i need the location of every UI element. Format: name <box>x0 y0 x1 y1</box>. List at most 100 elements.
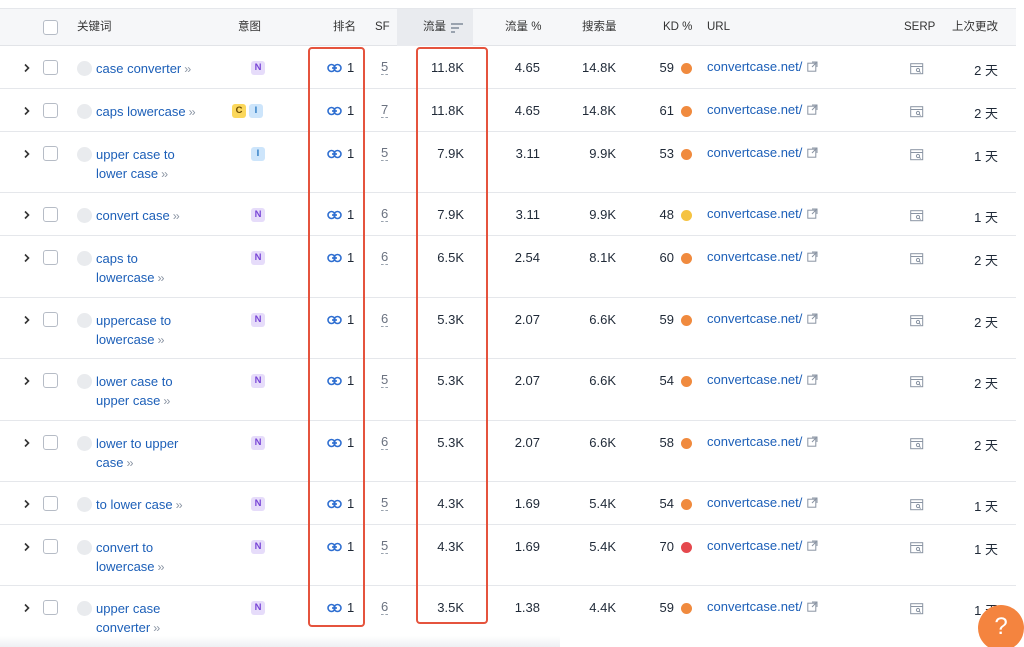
keyword-link[interactable]: convert case ›› <box>96 206 180 226</box>
row-checkbox[interactable] <box>43 539 58 554</box>
serp-preview-icon[interactable] <box>910 106 924 118</box>
external-link-icon[interactable] <box>807 540 818 551</box>
url-link[interactable]: convertcase.net/ <box>707 206 818 221</box>
rank-cell[interactable]: 1 <box>327 539 354 554</box>
url-link[interactable]: convertcase.net/ <box>707 599 818 614</box>
row-checkbox[interactable] <box>43 435 58 450</box>
keyword-link[interactable]: lower to upper case ›› <box>96 434 178 473</box>
url-link[interactable]: convertcase.net/ <box>707 372 818 387</box>
expand-row-chevron-icon[interactable] <box>22 603 32 613</box>
expand-row-chevron-icon[interactable] <box>22 149 32 159</box>
url-link[interactable]: convertcase.net/ <box>707 102 818 117</box>
serp-preview-icon[interactable] <box>910 149 924 161</box>
serp-features-count[interactable]: 7 <box>381 103 389 118</box>
expand-row-chevron-icon[interactable] <box>22 438 32 448</box>
serp-features-count[interactable]: 5 <box>381 60 389 75</box>
url-link[interactable]: convertcase.net/ <box>707 311 818 326</box>
header-serp[interactable]: SERP <box>904 9 935 46</box>
rank-cell[interactable]: 1 <box>327 146 354 161</box>
table-row[interactable]: lower case to upper case ›› N 1 5 5.3K 2.0… <box>0 359 1016 421</box>
serp-features-count[interactable]: 5 <box>381 539 389 554</box>
header-url[interactable]: URL <box>707 9 730 46</box>
header-rank[interactable]: 排名 <box>333 9 356 46</box>
serp-features-count[interactable]: 5 <box>381 373 389 388</box>
serp-features-count[interactable]: 6 <box>381 207 389 222</box>
row-checkbox[interactable] <box>43 600 58 615</box>
serp-preview-icon[interactable] <box>910 253 924 265</box>
url-link[interactable]: convertcase.net/ <box>707 249 818 264</box>
table-row[interactable]: convert case ›› N 1 6 7.9K 3.11 9.9K 48 c… <box>0 193 1016 236</box>
serp-preview-icon[interactable] <box>910 542 924 554</box>
row-checkbox[interactable] <box>43 312 58 327</box>
serp-features-count[interactable]: 5 <box>381 496 389 511</box>
row-checkbox[interactable] <box>43 146 58 161</box>
keyword-link[interactable]: lower case to upper case ›› <box>96 372 173 411</box>
serp-features-count[interactable]: 6 <box>381 435 389 450</box>
expand-row-chevron-icon[interactable] <box>22 499 32 509</box>
sort-descending-icon[interactable] <box>451 23 463 33</box>
rank-cell[interactable]: 1 <box>327 250 354 265</box>
header-traffic-pct[interactable]: 流量 % <box>505 9 541 46</box>
row-checkbox[interactable] <box>43 103 58 118</box>
expand-row-chevron-icon[interactable] <box>22 63 32 73</box>
external-link-icon[interactable] <box>807 374 818 385</box>
external-link-icon[interactable] <box>807 251 818 262</box>
serp-preview-icon[interactable] <box>910 63 924 75</box>
rank-cell[interactable]: 1 <box>327 207 354 222</box>
external-link-icon[interactable] <box>807 313 818 324</box>
serp-features-count[interactable]: 5 <box>381 146 389 161</box>
header-traffic[interactable]: 流量 <box>423 9 446 46</box>
external-link-icon[interactable] <box>807 104 818 115</box>
table-row[interactable]: case converter ›› N 1 5 11.8K 4.65 14.8K … <box>0 46 1016 89</box>
rank-cell[interactable]: 1 <box>327 103 354 118</box>
external-link-icon[interactable] <box>807 147 818 158</box>
keyword-link[interactable]: convert to lowercase ›› <box>96 538 165 577</box>
serp-preview-icon[interactable] <box>910 376 924 388</box>
keyword-link[interactable]: case converter ›› <box>96 59 191 79</box>
header-keyword[interactable]: 关键词 <box>77 9 112 46</box>
header-kd[interactable]: KD % <box>663 9 692 46</box>
serp-preview-icon[interactable] <box>910 499 924 511</box>
external-link-icon[interactable] <box>807 61 818 72</box>
rank-cell[interactable]: 1 <box>327 435 354 450</box>
keyword-link[interactable]: uppercase to lowercase ›› <box>96 311 171 350</box>
keyword-link[interactable]: caps to lowercase ›› <box>96 249 165 288</box>
serp-preview-icon[interactable] <box>910 315 924 327</box>
serp-features-count[interactable]: 6 <box>381 312 389 327</box>
expand-row-chevron-icon[interactable] <box>22 253 32 263</box>
header-updated[interactable]: 上次更改 <box>952 9 998 46</box>
url-link[interactable]: convertcase.net/ <box>707 495 818 510</box>
serp-preview-icon[interactable] <box>910 603 924 615</box>
keyword-link[interactable]: upper case converter ›› <box>96 599 160 638</box>
header-volume[interactable]: 搜索量 <box>582 9 617 46</box>
external-link-icon[interactable] <box>807 208 818 219</box>
expand-row-chevron-icon[interactable] <box>22 315 32 325</box>
table-row[interactable]: caps lowercase ›› CI 1 7 11.8K 4.65 14.8K… <box>0 89 1016 132</box>
rank-cell[interactable]: 1 <box>327 60 354 75</box>
rank-cell[interactable]: 1 <box>327 600 354 615</box>
serp-features-count[interactable]: 6 <box>381 600 389 615</box>
table-row[interactable]: caps to lowercase ›› N 1 6 6.5K 2.54 8.1K … <box>0 236 1016 298</box>
external-link-icon[interactable] <box>807 436 818 447</box>
expand-row-chevron-icon[interactable] <box>22 376 32 386</box>
rank-cell[interactable]: 1 <box>327 312 354 327</box>
row-checkbox[interactable] <box>43 496 58 511</box>
table-row[interactable]: uppercase to lowercase ›› N 1 6 5.3K 2.07 … <box>0 298 1016 359</box>
url-link[interactable]: convertcase.net/ <box>707 538 818 553</box>
keyword-link[interactable]: caps lowercase ›› <box>96 102 196 122</box>
external-link-icon[interactable] <box>807 601 818 612</box>
rank-cell[interactable]: 1 <box>327 373 354 388</box>
expand-row-chevron-icon[interactable] <box>22 542 32 552</box>
select-all-checkbox[interactable] <box>43 20 58 35</box>
header-intent[interactable]: 意图 <box>238 9 261 46</box>
serp-preview-icon[interactable] <box>910 210 924 222</box>
keyword-link[interactable]: to lower case ›› <box>96 495 183 515</box>
serp-preview-icon[interactable] <box>910 438 924 450</box>
keyword-link[interactable]: upper case to lower case ›› <box>96 145 175 184</box>
external-link-icon[interactable] <box>807 497 818 508</box>
row-checkbox[interactable] <box>43 207 58 222</box>
table-row[interactable]: convert to lowercase ›› N 1 5 4.3K 1.69 5.… <box>0 525 1016 586</box>
url-link[interactable]: convertcase.net/ <box>707 59 818 74</box>
serp-features-count[interactable]: 6 <box>381 250 389 265</box>
table-row[interactable]: lower to upper case ›› N 1 6 5.3K 2.07 6.6… <box>0 421 1016 482</box>
